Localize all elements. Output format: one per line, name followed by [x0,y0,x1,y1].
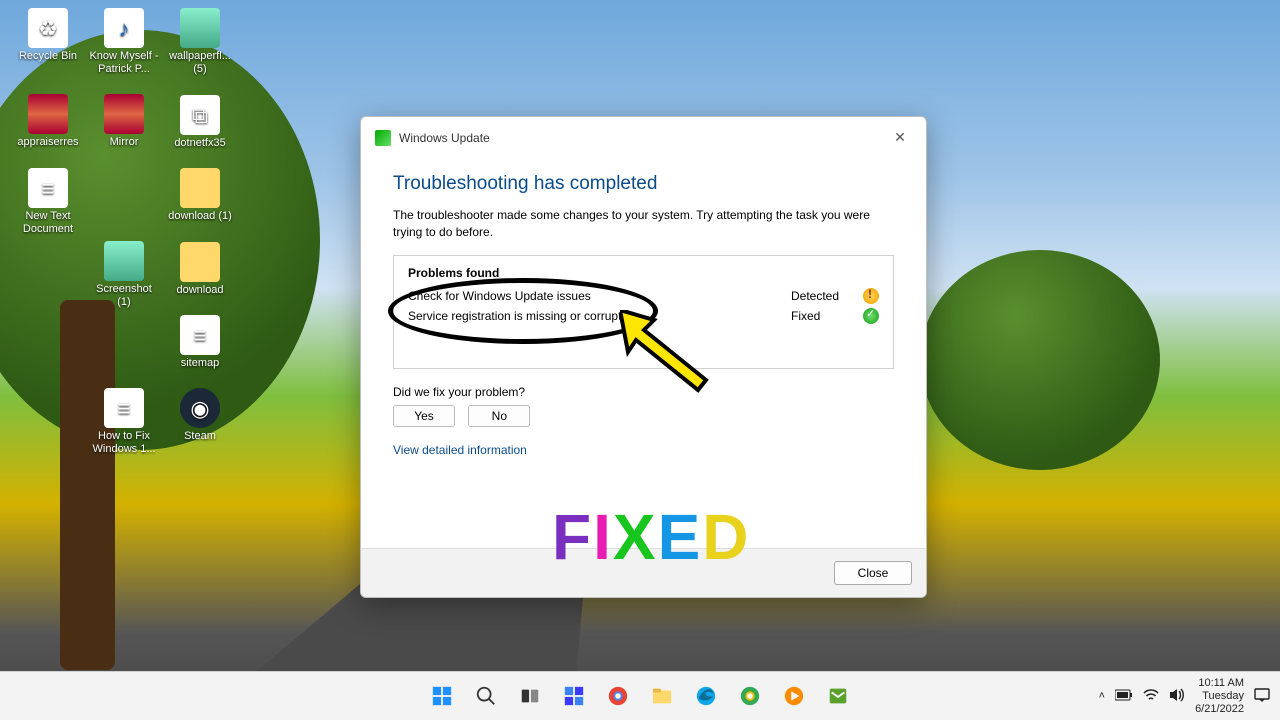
file-icon: ♻ [28,8,68,48]
search-icon[interactable] [467,677,505,715]
pinned-app-icon[interactable] [819,677,857,715]
file-icon [104,94,144,134]
desktop-icon[interactable]: ◉ Steam [164,388,236,443]
problem-status: Detected [791,289,863,303]
system-tray: ˄ 10:11 AM Tuesday 6/21/2022 [1099,677,1280,716]
file-icon: ⧉ [180,95,220,135]
taskbar-clock[interactable]: 10:11 AM Tuesday 6/21/2022 [1195,677,1244,716]
no-button[interactable]: No [468,405,530,427]
task-view-icon[interactable] [511,677,549,715]
chrome-icon[interactable] [599,677,637,715]
icon-label: Recycle Bin [12,50,84,63]
window-title: Windows Update [399,131,490,145]
media-player-icon[interactable] [775,677,813,715]
view-detailed-link[interactable]: View detailed information [393,443,527,457]
desktop-icon[interactable]: ≡ sitemap [164,315,236,370]
warning-icon [863,288,879,304]
file-icon [180,242,220,282]
volume-icon[interactable] [1169,688,1185,705]
icon-label: Mirror [88,136,160,149]
icon-label: download (1) [164,210,236,223]
icon-label: New Text Document [12,210,84,236]
icon-label: Steam [164,430,236,443]
icon-label: dotnetfx35 [164,137,236,150]
problem-status: Fixed [791,309,863,323]
titlebar[interactable]: Windows Update ✕ [361,117,926,153]
dialog-body: Troubleshooting has completed The troubl… [361,153,926,548]
close-icon[interactable]: ✕ [882,126,918,150]
wallpaper-tree [920,250,1160,470]
desktop-icon[interactable]: ♪Know Myself - Patrick P... [88,8,160,76]
chrome-canary-icon[interactable] [731,677,769,715]
battery-icon[interactable] [1115,689,1133,704]
yes-button[interactable]: Yes [393,405,455,427]
icon-label: appraiserres [12,136,84,149]
file-icon: ◉ [180,388,220,428]
taskbar-center [423,677,857,715]
problems-box: Problems found Check for Windows Update … [393,255,894,369]
desktop-icon[interactable]: wallpaperfl... (5) [164,8,236,76]
dialog-footer: Close [361,548,926,597]
icon-label: wallpaperfl... (5) [164,50,236,76]
start-button[interactable] [423,677,461,715]
notifications-icon[interactable] [1254,688,1270,705]
checkmark-icon [863,308,879,324]
desktop-icon[interactable]: ⧉ dotnetfx35 [164,95,236,150]
icon-label: Know Myself - Patrick P... [88,50,160,76]
problem-row[interactable]: Check for Windows Update issues Detected [408,288,879,304]
dialog-heading: Troubleshooting has completed [393,173,894,195]
desktop-icon[interactable]: ♻ Recycle Bin [12,8,84,63]
troubleshooter-window: Windows Update ✕ Troubleshooting has com… [360,116,927,598]
file-icon: ≡ [104,388,144,428]
problem-row[interactable]: Service registration is missing or corru… [408,308,879,324]
file-explorer-icon[interactable] [643,677,681,715]
edge-icon[interactable] [687,677,725,715]
widgets-icon[interactable] [555,677,593,715]
desktop-icon[interactable]: appraiserres [12,94,84,149]
file-icon: ≡ [180,315,220,355]
icon-label: sitemap [164,357,236,370]
desktop-icon[interactable]: Screenshot (1) [88,241,160,309]
file-icon [180,168,220,208]
fix-question: Did we fix your problem? [393,385,894,399]
windows-update-icon [375,130,391,146]
taskbar: ˄ 10:11 AM Tuesday 6/21/2022 [0,671,1280,720]
icon-label: Screenshot (1) [88,283,160,309]
desktop-icon[interactable]: download (1) [164,168,236,223]
tray-day: Tuesday [1195,690,1244,703]
dialog-description: The troubleshooter made some changes to … [393,207,894,241]
tray-chevron-icon[interactable]: ˄ [1099,690,1105,702]
icon-label: download [164,284,236,297]
problem-label: Service registration is missing or corru… [408,309,791,323]
problems-header: Problems found [408,266,879,280]
wifi-icon[interactable] [1143,688,1159,705]
close-button[interactable]: Close [834,561,912,585]
file-icon [104,241,144,281]
desktop-icons: ♻ Recycle Bin ♪Know Myself - Patrick P...w… [10,8,240,474]
icon-label: How to Fix Windows 1... [88,430,160,456]
problem-label: Check for Windows Update issues [408,289,791,303]
desktop-icon[interactable]: ≡How to Fix Windows 1... [88,388,160,456]
file-icon: ≡ [28,168,68,208]
desktop-icon[interactable]: download [164,242,236,297]
desktop-icon[interactable]: Mirror [88,94,160,149]
tray-time: 10:11 AM [1195,677,1244,690]
desktop-icon[interactable]: ≡New Text Document [12,168,84,236]
desktop[interactable]: ♻ Recycle Bin ♪Know Myself - Patrick P...w… [0,0,1280,720]
file-icon [28,94,68,134]
file-icon: ♪ [104,8,144,48]
file-icon [180,8,220,48]
tray-date: 6/21/2022 [1195,703,1244,716]
